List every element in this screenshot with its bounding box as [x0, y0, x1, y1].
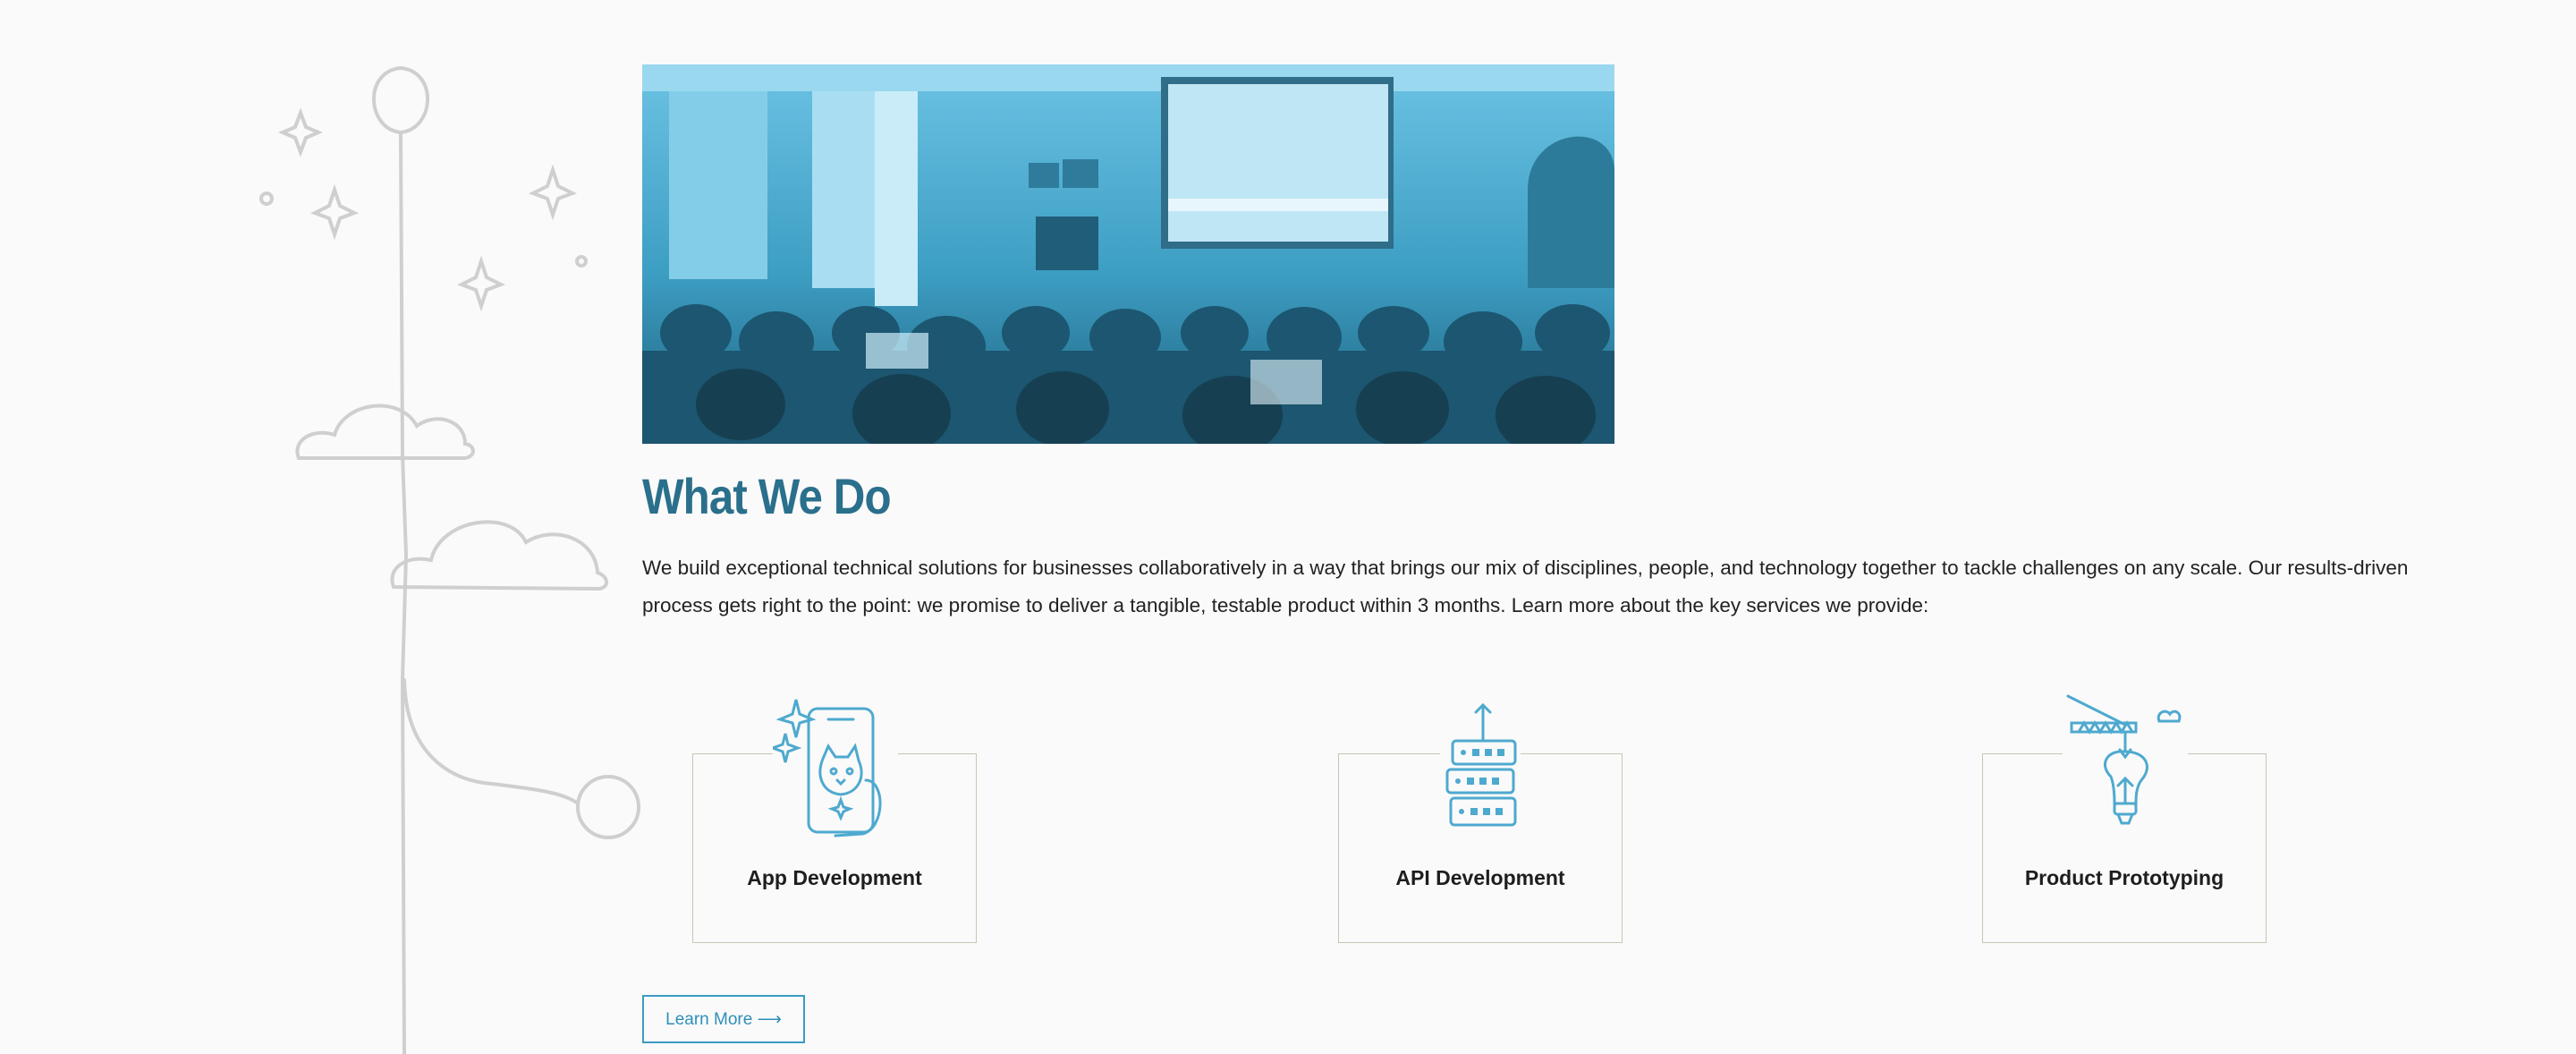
cloud-icon	[390, 520, 608, 591]
cloud-icon	[295, 404, 475, 460]
server-stack-icon	[1440, 701, 1521, 834]
star-icon	[277, 107, 324, 157]
section-title: What We Do	[642, 468, 892, 524]
star-icon	[457, 255, 505, 312]
star-icon	[310, 183, 359, 241]
service-label: API Development	[1395, 866, 1565, 889]
dot-icon	[259, 191, 274, 206]
star-icon	[529, 164, 577, 221]
service-label: Product Prototyping	[2024, 866, 2224, 889]
balloon-icon	[372, 65, 429, 135]
learn-more-button[interactable]: Learn More ⟶	[642, 995, 805, 1043]
service-label: App Development	[747, 866, 922, 889]
phone-cat-icon	[773, 694, 898, 848]
hero-photo	[642, 64, 1614, 444]
circle-node-icon	[576, 775, 640, 839]
crane-lightbulb-icon	[2063, 693, 2188, 850]
section-intro: We build exceptional technical solutions…	[642, 557, 2409, 616]
decorative-doodle-illustration	[259, 65, 640, 1054]
dot-icon	[575, 255, 588, 268]
